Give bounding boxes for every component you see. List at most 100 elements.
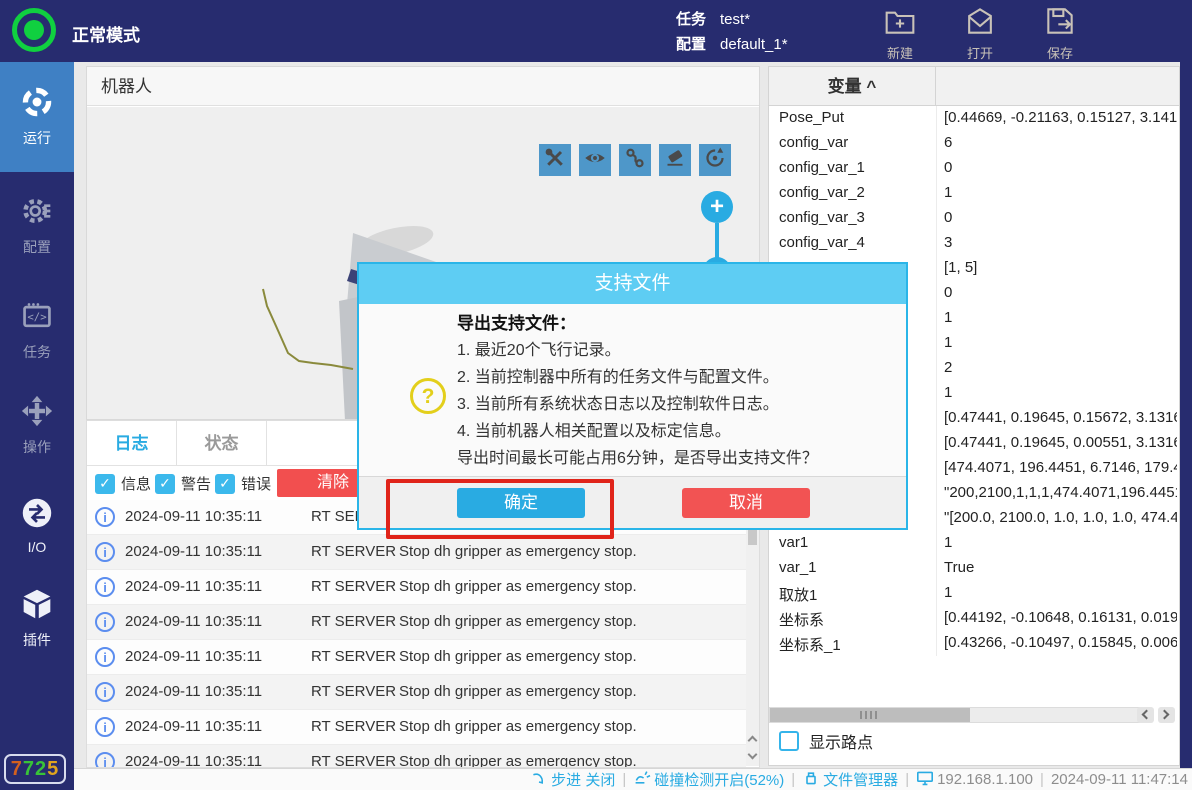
variable-row[interactable]: var1 1 [769,531,1179,556]
variable-row[interactable]: config_var_4 3 [769,231,1179,256]
log-row[interactable]: i 2024-09-11 10:35:11 RT SERVER Stop dh … [87,745,746,767]
log-source: RT SERVER [311,648,396,665]
sidebar-item-label: 操作 [23,437,51,457]
new-button[interactable]: 新建 [876,6,924,62]
log-source: RT SERVER [311,613,396,630]
variable-value: [474.4071, 196.4451, 6.7146, 179.4323, 1… [944,459,1177,476]
filter-info[interactable]: ✓信息 [95,473,151,494]
tab-log[interactable]: 日志 [87,421,177,466]
scroll-down-button[interactable] [746,748,759,765]
filter-error[interactable]: ✓错误 [215,473,271,494]
variable-row[interactable]: 取放1 1 [769,581,1179,606]
variable-name: 坐标系 [779,609,824,630]
variable-row[interactable]: config_var_2 1 [769,181,1179,206]
cube-icon [21,588,53,625]
sidebar-item-io[interactable]: I/O [0,484,74,568]
erase-button[interactable] [659,144,691,176]
sidebar-item-config[interactable]: 配置 [0,184,74,268]
separator: | [1040,771,1044,788]
show-waypoints-toggle[interactable]: 显示路点 [779,729,873,753]
log-row[interactable]: i 2024-09-11 10:35:11 RT SERVER Stop dh … [87,640,746,675]
save-button[interactable]: 保存 [1036,6,1084,62]
variable-row[interactable]: 坐标系_1 [0.43266, -0.10497, 0.15845, 0.006… [769,631,1179,656]
log-scrollbar[interactable] [746,500,759,731]
variable-value: 2 [944,359,1177,376]
variable-name: config_var_1 [779,159,865,176]
scroll-right-button[interactable] [1158,707,1175,723]
gear-icon [21,195,53,232]
scroll-left-button[interactable] [1137,707,1154,723]
log-source: RT SERVER [311,543,396,560]
sidebar-item-label: 插件 [23,630,51,650]
open-button-label: 打开 [967,43,993,62]
log-row[interactable]: i 2024-09-11 10:35:11 RT SERVER Stop dh … [87,605,746,640]
log-timestamp: 2024-09-11 10:35:11 [125,613,262,630]
top-bar: 正常模式 任务test* 配置default_1* 新建 打开 保存 [0,0,1192,62]
open-button[interactable]: 打开 [956,6,1004,62]
step-icon [530,770,548,790]
scrollbar-grip [860,711,880,719]
variable-row[interactable]: config_var 6 [769,131,1179,156]
dialog-footer: 确定 取消 [359,476,906,528]
scroll-up-button[interactable] [746,731,759,748]
variable-name: config_var_2 [779,184,865,201]
cancel-button[interactable]: 取消 [682,488,810,518]
network-monitor-icon [916,770,934,790]
log-row[interactable]: i 2024-09-11 10:35:11 RT SERVER Stop dh … [87,570,746,605]
move-arrows-icon [21,395,53,432]
reset-view-button[interactable] [699,144,731,176]
checkbox-checked-icon[interactable]: ✓ [95,474,115,494]
info-icon: i [95,682,115,702]
collision-detect-label: 碰撞检测开启(52%) [654,769,784,790]
path-button[interactable] [619,144,651,176]
info-icon: i [95,577,115,597]
file-manager-button[interactable]: 文件管理器 [802,769,898,790]
sidebar-item-plugin[interactable]: 插件 [0,577,74,661]
filter-warning[interactable]: ✓警告 [155,473,211,494]
collision-detect-status[interactable]: 碰撞检测开启(52%) [633,769,784,790]
dialog-body-title: 导出支持文件： [457,310,892,337]
log-timestamp: 2024-09-11 10:35:11 [125,718,262,735]
log-row[interactable]: i 2024-09-11 10:35:11 RT SERVER Stop dh … [87,710,746,745]
confirm-button[interactable]: 确定 [457,488,585,518]
checkbox-checked-icon[interactable]: ✓ [155,474,175,494]
variable-row[interactable]: Pose_Put [0.44669, -0.21163, 0.15127, 3.… [769,106,1179,131]
log-row[interactable]: i 2024-09-11 10:35:11 RT SERVER Stop dh … [87,535,746,570]
step-mode-status[interactable]: 步进 关闭 [530,769,615,790]
sidebar: 运行 配置 </> 任务 操作 I/O 插件 7725 [0,62,74,790]
variable-row[interactable]: var_1 True [769,556,1179,581]
sidebar-item-label: 运行 [23,128,51,148]
sidebar-item-run[interactable]: 运行 [0,62,74,172]
info-icon: i [95,717,115,737]
log-row[interactable]: i 2024-09-11 10:35:11 RT SERVER Stop dh … [87,675,746,710]
chevron-right-icon [1160,710,1170,720]
collapse-icon: ^ [866,77,876,96]
variable-row[interactable]: config_var_3 0 [769,206,1179,231]
code-window-icon: </> [21,300,53,337]
separator: | [791,771,795,788]
variable-value: [1, 5] [944,259,1177,276]
variable-row[interactable]: 坐标系 [0.44192, -0.10648, 0.16131, 0.01975… [769,606,1179,631]
checkbox-unchecked-icon[interactable] [779,731,799,751]
show-button[interactable] [579,144,611,176]
info-icon: i [95,507,115,527]
dialog-title[interactable]: 支持文件 [359,264,906,304]
log-message: Stop dh gripper as emergency stop. [399,543,637,560]
topbar-actions: 新建 打开 保存 [876,6,1084,62]
checkbox-checked-icon[interactable]: ✓ [215,474,235,494]
sidebar-item-task[interactable]: </> 任务 [0,289,74,373]
add-node-button[interactable]: + [701,191,733,223]
tools-button[interactable] [539,144,571,176]
sidebar-item-label: 配置 [23,237,51,257]
hscrollbar-handle[interactable] [770,708,970,722]
dialog-line: 3. 当前所有系统状态日志以及控制软件日志。 [457,391,892,418]
variables-hscrollbar[interactable] [769,707,1141,723]
sidebar-item-operate[interactable]: 操作 [0,384,74,468]
io-swap-icon [21,497,53,534]
variable-row[interactable]: config_var_1 0 [769,156,1179,181]
hscroll-arrows [1137,707,1175,723]
tab-status[interactable]: 状态 [177,421,267,466]
run-icon [21,86,53,123]
variables-title[interactable]: 变量 ^ [769,67,936,106]
page-counter-badge[interactable]: 7725 [4,754,66,784]
